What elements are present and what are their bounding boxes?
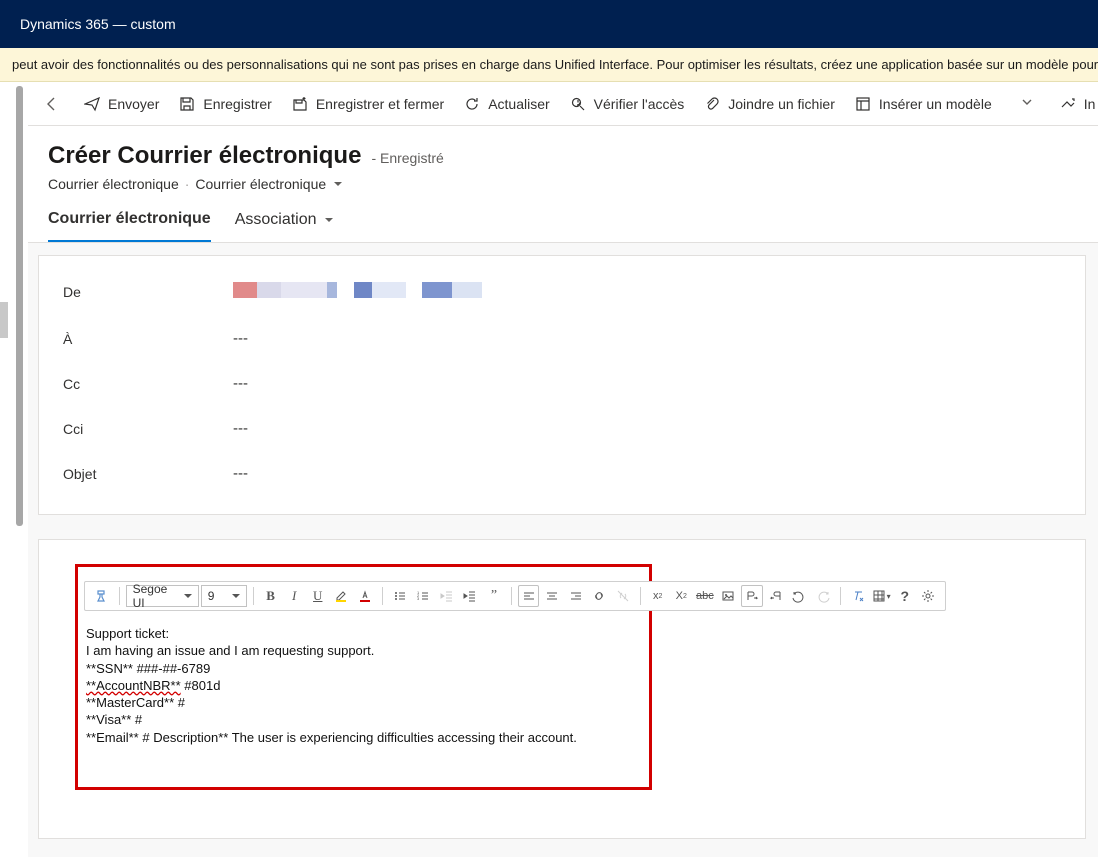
indent-button[interactable] bbox=[460, 585, 482, 607]
send-label: Envoyer bbox=[108, 96, 159, 112]
italic-button[interactable]: I bbox=[283, 585, 305, 607]
form-tabs: Courrier électronique Association bbox=[28, 196, 1098, 243]
page-title: Créer Courrier électronique bbox=[48, 142, 361, 170]
check-access-label: Vérifier l'accès bbox=[594, 96, 685, 112]
scroll-track[interactable] bbox=[16, 86, 23, 526]
tab-email-label: Courrier électronique bbox=[48, 210, 211, 228]
table-button[interactable]: ▾ bbox=[870, 585, 892, 607]
redo-button[interactable] bbox=[812, 585, 834, 607]
scroll-nub[interactable] bbox=[0, 302, 8, 338]
cc-label: Cc bbox=[63, 376, 233, 392]
rtl-button[interactable] bbox=[765, 585, 787, 607]
breadcrumb-entity: Courrier électronique bbox=[48, 176, 179, 192]
cc-value: --- bbox=[233, 375, 248, 392]
undo-button[interactable] bbox=[789, 585, 811, 607]
field-cc[interactable]: Cc --- bbox=[63, 361, 1061, 406]
underline-button[interactable]: U bbox=[307, 585, 329, 607]
tab-association[interactable]: Association bbox=[235, 210, 333, 242]
to-value: --- bbox=[233, 330, 248, 347]
insert-template-button[interactable]: Insérer un modèle bbox=[845, 84, 1002, 124]
unlink-button[interactable] bbox=[612, 585, 634, 607]
ltr-button[interactable] bbox=[741, 585, 763, 607]
tab-email[interactable]: Courrier électronique bbox=[48, 210, 211, 242]
send-button[interactable]: Envoyer bbox=[74, 84, 169, 124]
tab-association-label: Association bbox=[235, 211, 317, 229]
highlight-color-button[interactable] bbox=[331, 585, 353, 607]
subscript-button[interactable]: X2 bbox=[670, 585, 692, 607]
to-label: À bbox=[63, 331, 233, 347]
from-value bbox=[233, 282, 482, 302]
blockquote-button[interactable]: ” bbox=[483, 585, 505, 607]
insert-image-button[interactable] bbox=[718, 585, 740, 607]
bcc-value: --- bbox=[233, 420, 248, 437]
breadcrumb-form[interactable]: Courrier électronique bbox=[195, 176, 326, 192]
outdent-button[interactable] bbox=[436, 585, 458, 607]
more-partial-label: In bbox=[1084, 96, 1096, 112]
settings-gear-icon[interactable] bbox=[918, 585, 940, 607]
format-painter-icon[interactable] bbox=[91, 585, 113, 607]
subject-value: --- bbox=[233, 465, 248, 482]
clear-format-button[interactable] bbox=[847, 585, 869, 607]
refresh-button[interactable]: Actualiser bbox=[454, 84, 559, 124]
bcc-label: Cci bbox=[63, 421, 233, 437]
warning-bar: peut avoir des fonctionnalités ou des pe… bbox=[0, 48, 1098, 82]
link-button[interactable] bbox=[589, 585, 611, 607]
attach-file-button[interactable]: Joindre un fichier bbox=[694, 84, 845, 124]
strikethrough-button[interactable]: abc bbox=[694, 585, 716, 607]
font-name-select[interactable]: Segoe UI bbox=[126, 585, 199, 607]
warning-text: peut avoir des fonctionnalités ou des pe… bbox=[12, 57, 1098, 72]
app-title: Dynamics 365 — custom bbox=[20, 16, 176, 32]
overflow-chevron[interactable] bbox=[1012, 95, 1042, 112]
font-color-button[interactable] bbox=[354, 585, 376, 607]
email-fields-section: De À --- Cc --- bbox=[38, 255, 1086, 515]
superscript-button[interactable]: x2 bbox=[647, 585, 669, 607]
save-close-label: Enregistrer et fermer bbox=[316, 96, 444, 112]
field-subject[interactable]: Objet --- bbox=[63, 451, 1061, 496]
rich-text-editor[interactable]: Segoe UI 9 B I U 123 ” bbox=[75, 564, 652, 790]
form-header: Créer Courrier électronique - Enregistré… bbox=[28, 126, 1098, 196]
check-access-button[interactable]: Vérifier l'accès bbox=[560, 84, 695, 124]
chevron-down-icon[interactable] bbox=[334, 182, 342, 190]
field-bcc[interactable]: Cci --- bbox=[63, 406, 1061, 451]
field-from[interactable]: De bbox=[63, 268, 1061, 316]
chevron-down-icon bbox=[325, 218, 333, 226]
form-canvas: De À --- Cc --- bbox=[28, 243, 1098, 857]
refresh-label: Actualiser bbox=[488, 96, 549, 112]
help-button[interactable]: ? bbox=[894, 585, 916, 607]
align-center-button[interactable] bbox=[541, 585, 563, 607]
bullet-list-button[interactable] bbox=[389, 585, 411, 607]
rte-toolbar: Segoe UI 9 B I U 123 ” bbox=[84, 581, 946, 611]
number-list-button[interactable]: 123 bbox=[412, 585, 434, 607]
more-button-partial[interactable]: In bbox=[1050, 84, 1098, 124]
back-button[interactable] bbox=[44, 88, 60, 120]
left-gutter bbox=[0, 82, 28, 857]
rte-body[interactable]: Support ticket:I am having an issue and … bbox=[78, 621, 649, 787]
attach-label: Joindre un fichier bbox=[728, 96, 835, 112]
top-nav-bar: Dynamics 365 — custom bbox=[0, 0, 1098, 48]
command-bar: Envoyer Enregistrer Enregistrer et ferme… bbox=[28, 82, 1098, 126]
field-to[interactable]: À --- bbox=[63, 316, 1061, 361]
font-size-select[interactable]: 9 bbox=[201, 585, 247, 607]
bold-button[interactable]: B bbox=[260, 585, 282, 607]
email-body-section: Segoe UI 9 B I U 123 ” bbox=[38, 539, 1086, 839]
subject-label: Objet bbox=[63, 466, 233, 482]
save-close-button[interactable]: Enregistrer et fermer bbox=[282, 84, 454, 124]
svg-text:3: 3 bbox=[417, 596, 420, 601]
record-status: - Enregistré bbox=[371, 150, 443, 166]
breadcrumb: Courrier électronique · Courrier électro… bbox=[48, 176, 1078, 192]
align-left-button[interactable] bbox=[518, 585, 540, 607]
align-right-button[interactable] bbox=[565, 585, 587, 607]
save-label: Enregistrer bbox=[203, 96, 271, 112]
save-button[interactable]: Enregistrer bbox=[169, 84, 281, 124]
from-label: De bbox=[63, 284, 233, 300]
insert-template-label: Insérer un modèle bbox=[879, 96, 992, 112]
